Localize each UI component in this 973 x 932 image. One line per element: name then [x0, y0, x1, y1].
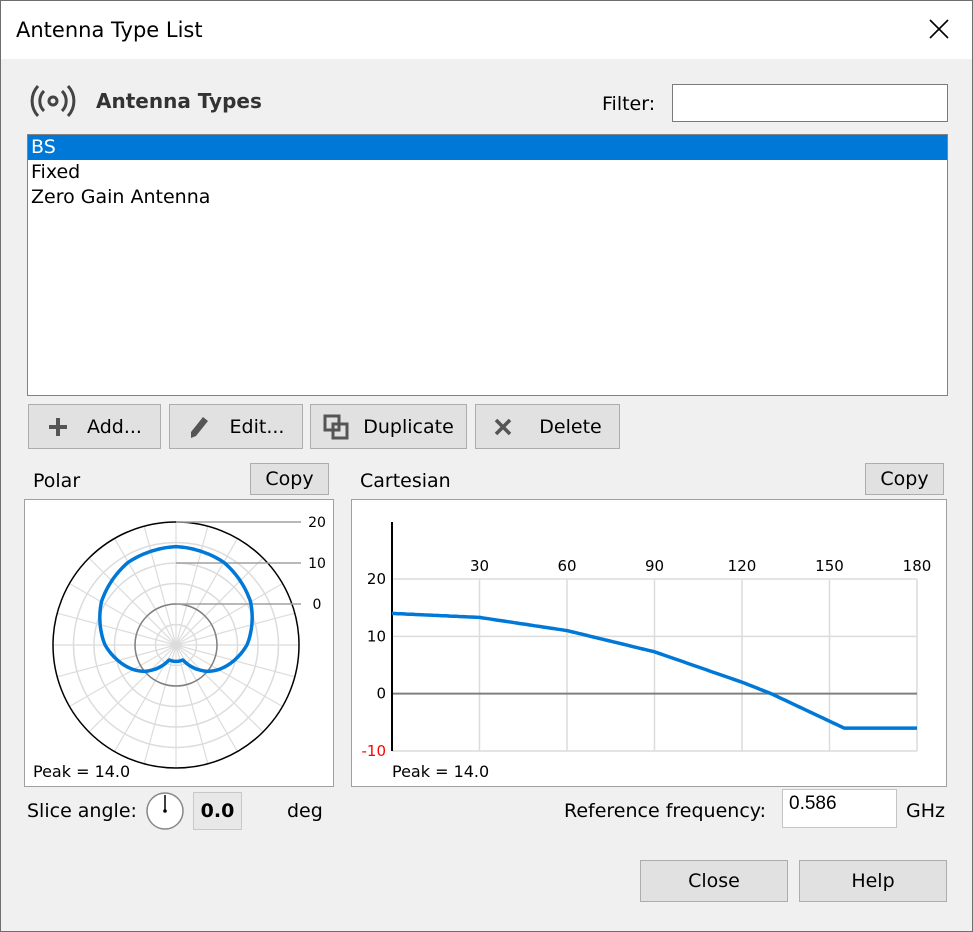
slice-angle-dial[interactable]	[145, 791, 185, 831]
window-title: Antenna Type List	[16, 18, 203, 42]
polar-grid-spoke	[69, 644, 177, 708]
cartesian-peak-label: Peak = 14.0	[392, 762, 490, 781]
cartesian-x-tick-label: 90	[645, 557, 664, 575]
polar-grid-spoke	[175, 644, 283, 708]
cartesian-y-tick-label: 10	[367, 627, 386, 645]
polar-chart-panel: 0 10 20 Peak = 14.0	[24, 499, 334, 787]
close-x-icon[interactable]	[925, 15, 953, 43]
polar-tick-label: 20	[308, 515, 326, 531]
filter-input[interactable]	[672, 84, 948, 122]
add-label: Add...	[87, 415, 142, 438]
edit-button[interactable]: Edit...	[169, 404, 303, 449]
help-label: Help	[851, 870, 895, 892]
polar-tick-label: 0	[313, 597, 322, 613]
delete-button[interactable]: Delete	[475, 404, 620, 449]
polar-grid-spoke	[88, 644, 177, 733]
list-item[interactable]: Zero Gain Antenna	[28, 185, 947, 210]
cartesian-chart: 30 60 90 120 150 180 -10 0 10 20	[362, 522, 932, 760]
list-item[interactable]: Fixed	[28, 160, 947, 185]
slice-angle-unit: deg	[287, 800, 323, 822]
cartesian-x-tick-label: 60	[557, 557, 576, 575]
antenna-type-list-dialog: Antenna Type List Antenna Types Filter: …	[0, 0, 973, 932]
reference-frequency-unit: GHz	[906, 800, 945, 822]
cartesian-chart-panel: 30 60 90 120 150 180 -10 0 10 20 Peak = 14.0	[351, 499, 947, 787]
add-button[interactable]: Add...	[28, 404, 161, 449]
title-bar: Antenna Type List	[1, 1, 972, 59]
list-item[interactable]: BS	[28, 135, 947, 160]
polar-tick-label: 10	[308, 556, 326, 572]
polar-grid-spoke	[175, 644, 264, 733]
reference-frequency-input[interactable]	[782, 789, 897, 828]
polar-copy-button[interactable]: Copy	[250, 463, 329, 495]
plus-icon	[49, 417, 68, 436]
x-delete-icon	[495, 418, 512, 435]
cartesian-copy-button[interactable]: Copy	[865, 463, 944, 495]
polar-label: Polar	[33, 470, 81, 492]
cartesian-x-tick-label: 120	[728, 557, 757, 575]
polar-peak-label: Peak = 14.0	[33, 762, 131, 781]
close-button[interactable]: Close	[640, 860, 788, 902]
reference-frequency-label: Reference frequency:	[564, 800, 767, 822]
close-label: Close	[688, 870, 740, 892]
pencil-icon	[190, 416, 208, 438]
polar-grid-spoke	[175, 582, 283, 646]
duplicate-label: Duplicate	[363, 415, 454, 438]
filter-label: Filter:	[602, 93, 656, 115]
edit-label: Edit...	[229, 415, 285, 438]
slice-angle-label: Slice angle:	[27, 800, 137, 822]
duplicate-button[interactable]: Duplicate	[310, 404, 467, 449]
cartesian-y-tick-label: 0	[376, 685, 386, 703]
cartesian-copy-label: Copy	[880, 468, 929, 490]
delete-label: Delete	[539, 415, 602, 438]
cartesian-x-tick-label: 30	[470, 557, 489, 575]
cartesian-y-tick-label: -10	[362, 742, 387, 760]
antenna-type-list[interactable]: BS Fixed Zero Gain Antenna	[27, 134, 948, 396]
antenna-types-heading: Antenna Types	[96, 89, 262, 113]
cartesian-y-tick-label: 20	[367, 570, 386, 588]
slice-angle-value[interactable]: 0.0	[193, 792, 242, 830]
duplicate-icon	[323, 414, 349, 439]
polar-copy-label: Copy	[265, 468, 314, 490]
antenna-broadcast-icon	[30, 84, 76, 118]
help-button[interactable]: Help	[799, 860, 947, 902]
cartesian-x-tick-label: 180	[903, 557, 932, 575]
cartesian-x-tick-label: 150	[815, 557, 844, 575]
polar-grid-spoke	[69, 582, 177, 646]
cartesian-label: Cartesian	[360, 470, 451, 492]
polar-chart: 0 10 20	[52, 515, 326, 769]
